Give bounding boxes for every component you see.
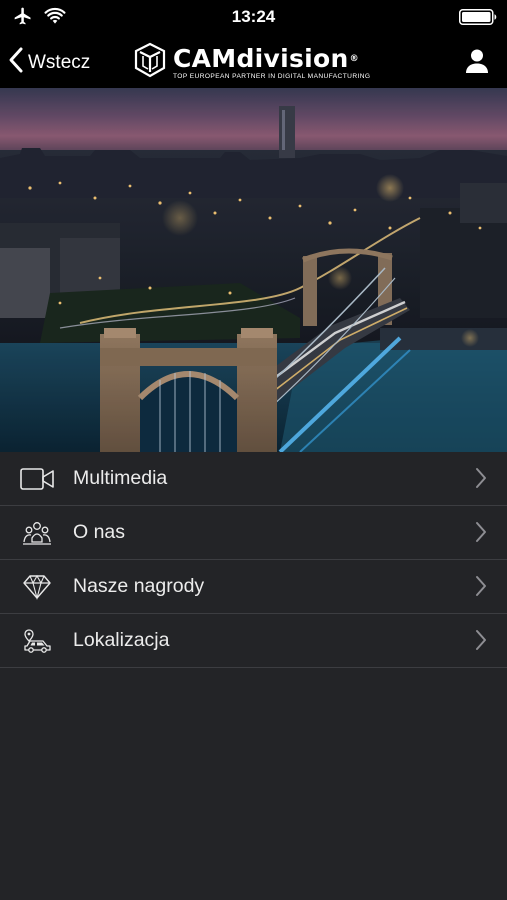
menu-item-lokalizacja[interactable]: Lokalizacja [0,614,507,668]
video-camera-icon [20,464,54,494]
hero-image [0,88,507,452]
brand-tagline: Top European Partner in Digital Manufact… [173,72,371,80]
chevron-right-icon [475,575,487,602]
navigation-bar: Wstecz CAMdivision® Top European Partner… [0,34,507,88]
menu-item-label: O nas [73,521,126,543]
back-label: Wstecz [28,51,91,73]
chevron-left-icon [8,46,24,79]
menu-item-label: Nasze nagrody [73,575,205,597]
brand-name: CAMdivision® [173,43,359,73]
chevron-right-icon [475,521,487,548]
status-bar: 13:24 [0,0,507,34]
menu-item-nasze-nagrody[interactable]: Nasze nagrody [0,560,507,614]
menu-item-multimedia[interactable]: Multimedia [0,452,507,506]
back-button[interactable]: Wstecz [8,46,90,79]
chevron-right-icon [475,467,487,494]
city-bridge-night-photo [0,88,507,452]
menu-item-label: Multimedia [73,467,168,489]
battery-icon [459,9,497,30]
location-car-icon [20,626,54,656]
camdivision-logo-icon [133,42,167,83]
status-time: 13:24 [231,7,276,26]
menu-item-label: Lokalizacja [73,629,170,651]
diamond-icon [20,572,54,602]
user-icon [465,49,489,78]
profile-button[interactable] [465,48,489,79]
team-icon [20,518,54,548]
menu-list: Multimedia O nas Nasze nagrody Lokalizac… [0,452,507,668]
app-screen: 13:24 Wstecz CAMdivision® TOP EUROPEAN P… [0,0,507,900]
menu-item-o-nas[interactable]: O nas [0,506,507,560]
brand-logo: CAMdivision® Top European Partner in Dig… [133,42,370,83]
chevron-right-icon [475,629,487,656]
brand-text: CAMdivision® Top European Partner in Dig… [173,43,371,80]
